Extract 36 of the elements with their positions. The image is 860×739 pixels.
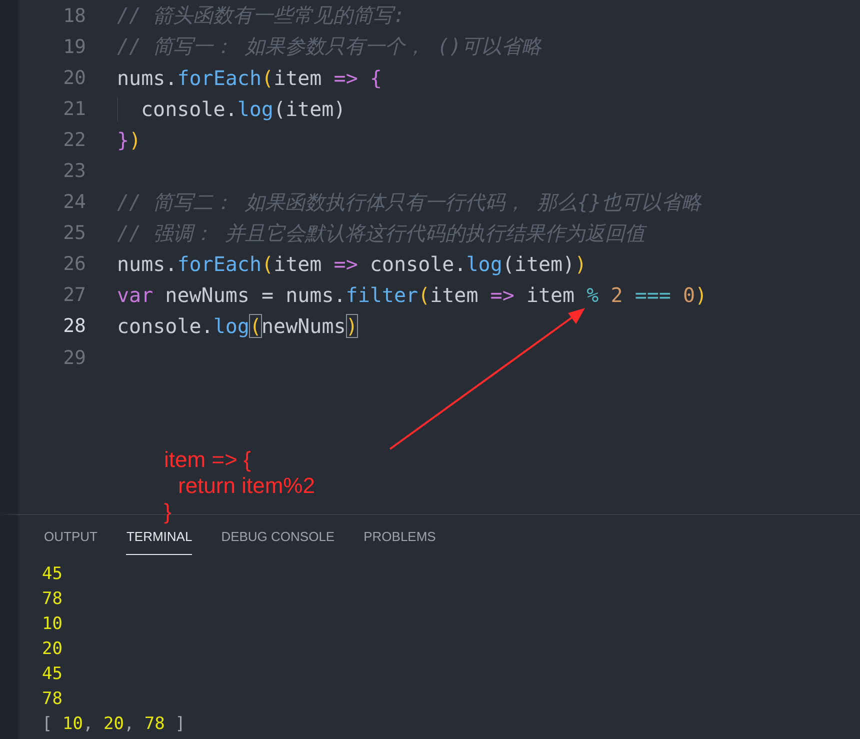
terminal-output-line: [ 10, 20, 78 ] — [42, 713, 186, 736]
code-comment: // 强调： 并且它会默认将这行代码的执行结果作为返回值 — [117, 220, 646, 247]
code-line: nums.forEach(item => { — [117, 66, 382, 90]
terminal-output-line: 45 — [42, 663, 64, 686]
terminal-output-line: 45 — [42, 563, 64, 586]
line-number: 21 — [62, 98, 86, 120]
code-comment: // 箭头函数有一些常见的简写: — [117, 2, 406, 30]
code-line: }) — [117, 128, 142, 152]
terminal-output-line: 78 — [42, 688, 64, 711]
line-number: 23 — [62, 160, 86, 182]
terminal-output-line: 78 — [42, 588, 64, 611]
line-number: 27 — [62, 284, 86, 306]
code-line: nums.forEach(item => console.log(item)) — [117, 252, 587, 276]
panel-tab[interactable]: TERMINAL — [126, 529, 192, 555]
terminal-output-line: 20 — [42, 638, 64, 661]
code-line: console.log(item) — [117, 96, 346, 121]
line-number: 29 — [62, 346, 86, 369]
code-comment: // 简写一： 如果参数只有一个， ()可以省略 — [117, 33, 542, 60]
line-number: 18 — [62, 4, 86, 27]
terminal-output-line: 10 — [42, 613, 64, 636]
annotation-text: } — [164, 499, 172, 525]
line-number: 19 — [62, 36, 86, 58]
line-number: 26 — [62, 253, 86, 276]
annotation-text: return item%2 — [178, 473, 315, 499]
line-number: 22 — [62, 128, 86, 151]
panel-tab[interactable]: DEBUG CONSOLE — [221, 529, 335, 555]
panel-tab[interactable]: PROBLEMS — [364, 529, 436, 555]
line-number: 25 — [62, 222, 86, 244]
line-number: 24 — [62, 191, 86, 214]
code-line: console.log(newNums) — [117, 314, 358, 338]
line-number: 28 — [62, 315, 86, 338]
code-line: var newNums = nums.filter(item => item % 2 === 0) — [117, 283, 708, 308]
panel-tab[interactable]: OUTPUT — [44, 529, 98, 555]
line-number: 20 — [62, 66, 86, 89]
annotation-text: item => { — [164, 447, 251, 473]
code-comment: // 简写二： 如果函数执行体只有一行代码， 那么{}也可以省略 — [117, 188, 702, 216]
